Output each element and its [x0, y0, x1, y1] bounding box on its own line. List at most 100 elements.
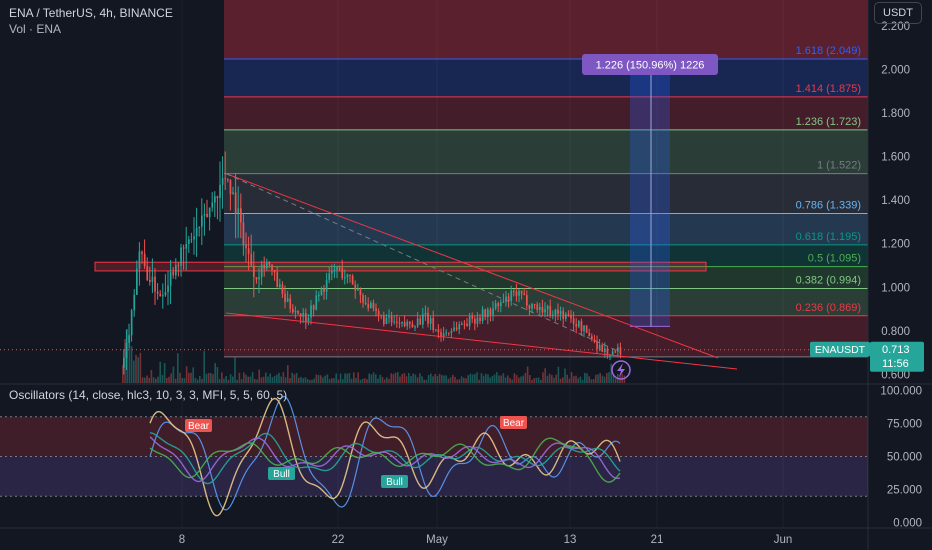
volume-bar: [566, 374, 568, 383]
volume-bar: [507, 375, 509, 383]
candle-body: [500, 302, 502, 307]
volume-bar: [529, 374, 531, 383]
candle-body: [520, 290, 523, 294]
candle-body: [123, 357, 125, 368]
candle-body: [203, 213, 206, 216]
candle-body: [354, 284, 357, 291]
candle-body: [528, 305, 531, 309]
price-tick-label: 1.600: [881, 152, 910, 164]
candle-body: [349, 274, 351, 276]
candle-body: [559, 311, 562, 314]
volume-bar: [535, 377, 538, 383]
volume-bar: [284, 377, 287, 383]
candle-body: [351, 275, 354, 285]
candle-body: [318, 295, 320, 297]
volume-bar: [161, 374, 164, 383]
candle-body: [125, 342, 128, 358]
candle-body: [523, 293, 526, 296]
candle-body: [273, 270, 276, 273]
volume-bar: [544, 368, 546, 383]
volume-bar: [342, 379, 344, 383]
volume-bar: [608, 372, 610, 383]
candle-body: [393, 321, 396, 323]
volume-bar: [476, 372, 478, 383]
candle-body: [567, 314, 570, 316]
candle-body: [474, 318, 476, 324]
volume-bar: [137, 357, 139, 383]
candle-body: [276, 272, 279, 288]
candle-body: [409, 321, 411, 324]
candle-body: [445, 332, 448, 334]
fib-zone: [224, 96, 868, 130]
candle-body: [268, 261, 271, 265]
candle-body: [583, 325, 585, 332]
candle-body: [383, 315, 385, 325]
bear-label: Bear: [188, 421, 210, 432]
candle-body: [401, 322, 403, 324]
currency-button[interactable]: USDT: [874, 2, 922, 24]
volume-bar: [309, 379, 311, 383]
volume-bar: [478, 379, 480, 383]
measure-box: [630, 58, 670, 327]
candle-body: [455, 327, 458, 330]
candle-body: [250, 253, 253, 266]
volume-bar: [207, 372, 210, 383]
candle-body: [531, 303, 533, 309]
volume-bar: [368, 373, 370, 383]
volume-bar: [471, 374, 474, 383]
volume-bar: [326, 374, 329, 383]
volume-bar: [240, 379, 243, 383]
candle-body: [260, 264, 263, 278]
chart-canvas[interactable]: 0.236 (0.869) 0.382 (0.994) 0.5 (1.095) 0.6…: [0, 0, 932, 550]
volume-bar: [295, 373, 298, 383]
volume-bar: [243, 372, 245, 383]
candle-body: [380, 314, 383, 316]
fib-zone-top: [224, 0, 868, 59]
volume-bar: [383, 379, 386, 383]
volume-bar: [432, 376, 434, 383]
volume-bar: [181, 378, 183, 383]
fib-zone: [224, 315, 868, 357]
measure-label: 1.226 (150.96%) 1226: [596, 60, 705, 72]
time-tick-label: Jun: [774, 534, 793, 546]
candle-body: [596, 341, 598, 349]
volume-bar: [480, 373, 483, 383]
volume-bar: [280, 376, 282, 383]
candle-body: [515, 291, 518, 296]
volume-bar: [133, 360, 135, 383]
volume-bar: [601, 375, 604, 383]
fib-level-label: 1.236 (1.723): [796, 116, 861, 128]
volume-bar: [355, 377, 357, 383]
volume-bar: [282, 372, 285, 383]
volume-bar: [311, 379, 313, 383]
candle-body: [357, 289, 359, 291]
volume-bar: [394, 372, 397, 383]
candle-body: [289, 298, 292, 309]
candle-body: [422, 314, 424, 325]
candle-body: [539, 306, 541, 310]
candle-body: [193, 236, 195, 240]
volume-bar: [298, 377, 300, 383]
volume-bar: [542, 372, 544, 383]
volume-bar: [498, 375, 500, 383]
time-tick-label: 21: [651, 534, 664, 546]
candle-body: [502, 301, 505, 303]
candle-body: [575, 323, 578, 327]
candle-body: [448, 332, 450, 334]
volume-bar: [256, 379, 258, 383]
time-tick-label: May: [426, 534, 448, 546]
candle-body: [143, 253, 146, 266]
volume-bar: [172, 366, 175, 383]
price-tag-countdown: 11:56: [882, 358, 909, 370]
volume-bar: [551, 375, 553, 383]
candle-body: [151, 276, 154, 282]
volume-bar: [148, 377, 150, 383]
volume-bar: [518, 377, 520, 383]
candle-body: [208, 207, 211, 218]
candle-body: [182, 247, 185, 249]
volume-bar: [229, 374, 232, 383]
price-tick-label: 1.800: [881, 108, 910, 120]
candle-body: [154, 276, 156, 292]
volume-bar: [333, 378, 335, 383]
volume-bar: [185, 366, 188, 383]
